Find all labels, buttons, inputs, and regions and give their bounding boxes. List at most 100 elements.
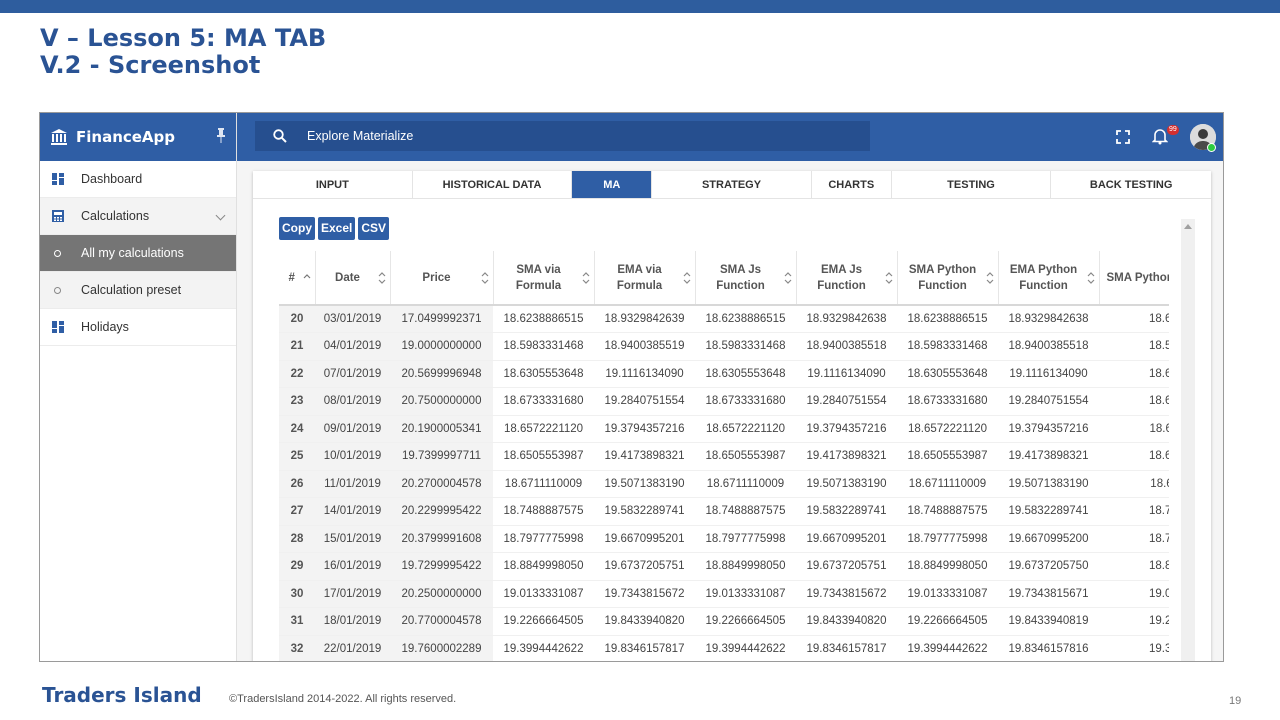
table-cell: 31 — [279, 607, 315, 636]
tab-testing[interactable]: TESTING — [892, 171, 1052, 198]
tab-charts[interactable]: CHARTS — [812, 171, 892, 198]
table-cell: 19.5071383190 — [796, 470, 897, 498]
table-cell: 19.7600002289 — [390, 635, 493, 661]
table-cell: 18.6733331680 — [897, 387, 998, 416]
tab-strategy[interactable]: STRATEGY — [652, 171, 812, 198]
bell-icon[interactable] — [1152, 128, 1168, 145]
table-row[interactable]: 31 18/01/2019 20.7700004578 19.2266664505 19… — [279, 607, 1169, 636]
table-cell: 19.3794357216 — [796, 415, 897, 443]
table-cell: 19.6670995201 — [796, 525, 897, 553]
sidebar-item-dashboard[interactable]: Dashboard — [40, 161, 236, 198]
table-body: 20 03/01/2019 17.0499992371 18.6238886515 18… — [279, 305, 1169, 661]
column-header-ema-formula[interactable]: EMA via Formula — [593, 251, 695, 306]
sidebar-item-all-my-calculations[interactable]: All my calculations — [40, 235, 236, 272]
table-row[interactable]: 25 10/01/2019 19.7399997711 18.6505553987 19… — [279, 442, 1169, 471]
table-cell: 18/01/2019 — [315, 607, 390, 636]
table-row[interactable]: 26 11/01/2019 20.2700004578 18.6711110009 19… — [279, 470, 1169, 498]
table-cell: 22/01/2019 — [315, 635, 390, 661]
table-row[interactable]: 22 07/01/2019 20.5699996948 18.6305553648 19… — [279, 360, 1169, 388]
notification-badge: 99 — [1167, 125, 1179, 135]
table-cell: 18.7977775998 — [1099, 525, 1169, 553]
tab-ma[interactable]: MA — [572, 171, 653, 198]
table-cell: 18.6733331680 — [1099, 387, 1169, 416]
search-bar[interactable]: Explore Materialize — [255, 121, 870, 151]
table-cell: 19.0133331087 — [1099, 580, 1169, 608]
scroll-up-icon[interactable] — [1184, 224, 1192, 229]
column-header-date[interactable]: Date — [314, 251, 390, 306]
table-cell: 18.6238886515 — [695, 305, 796, 333]
table-cell: 19.0133331087 — [493, 580, 594, 608]
tab-back-testing[interactable]: BACK TESTING — [1051, 171, 1211, 198]
table-cell: 10/01/2019 — [315, 442, 390, 471]
sort-icon[interactable] — [885, 271, 893, 285]
sidebar-item-label: Calculations — [81, 209, 150, 223]
table-cell: 18.6572221120 — [695, 415, 796, 443]
table-cell: 19.6670995201 — [594, 525, 695, 553]
table-cell: 19.7343815672 — [594, 580, 695, 608]
sort-icon[interactable] — [986, 271, 994, 285]
sidebar-item-label: All my calculations — [81, 246, 184, 260]
tab-historical-data[interactable]: HISTORICAL DATA — [413, 171, 573, 198]
pin-icon[interactable] — [216, 128, 226, 144]
column-header-ema-js[interactable]: EMA Js Function — [795, 251, 897, 306]
footer-brand: Traders Island — [42, 683, 202, 707]
table-cell: 18.9400385519 — [594, 332, 695, 361]
table-row[interactable]: 20 03/01/2019 17.0499992371 18.6238886515 18… — [279, 305, 1169, 333]
sort-icon[interactable] — [582, 271, 590, 285]
table-cell: 19.1116134090 — [796, 360, 897, 388]
column-header-sma-python[interactable]: SMA Python Function — [896, 251, 998, 306]
sort-asc-icon[interactable] — [303, 271, 311, 285]
table-row[interactable]: 32 22/01/2019 19.7600002289 19.3994442622 19… — [279, 635, 1169, 661]
tab-input[interactable]: INPUT — [253, 171, 413, 198]
column-header-sma-python-order[interactable]: SMA Python Function order) — [1098, 251, 1169, 306]
table-row[interactable]: 27 14/01/2019 20.2299995422 18.7488887575 19… — [279, 497, 1169, 526]
table-cell: 19.1116134090 — [998, 360, 1099, 388]
copy-button[interactable]: Copy — [279, 217, 315, 240]
table-row[interactable]: 30 17/01/2019 20.2500000000 19.0133331087 19… — [279, 580, 1169, 608]
tab-bar: INPUT HISTORICAL DATA MA STRATEGY CHARTS… — [253, 171, 1211, 199]
table-cell: 18.7488887575 — [897, 497, 998, 526]
table-cell: 20.2700004578 — [390, 470, 493, 498]
table-cell: 19.8346157817 — [594, 635, 695, 661]
table-cell: 18.8849998050 — [493, 552, 594, 581]
column-header-label: # — [288, 271, 295, 284]
table-row[interactable]: 21 04/01/2019 19.0000000000 18.5983331468 18… — [279, 332, 1169, 361]
table-row[interactable]: 28 15/01/2019 20.3799991608 18.7977775998 19… — [279, 525, 1169, 553]
sidebar-item-calculations[interactable]: Calculations — [40, 198, 236, 235]
table-cell: 19.2840751554 — [998, 387, 1099, 416]
column-header-ema-python[interactable]: EMA Python Function — [997, 251, 1099, 306]
sidebar-item-label: Dashboard — [81, 172, 143, 186]
table-cell: 14/01/2019 — [315, 497, 390, 526]
table-cell: 18.6572221120 — [897, 415, 998, 443]
sidebar-item-calculation-preset[interactable]: Calculation preset — [40, 272, 236, 309]
table-row[interactable]: 23 08/01/2019 20.7500000000 18.6733331680 19… — [279, 387, 1169, 416]
excel-button[interactable]: Excel — [318, 217, 356, 240]
ma-table-container: # Date Price SMA via Formula EMA via Formula… — [279, 251, 1169, 661]
search-icon — [273, 129, 287, 143]
table-row[interactable]: 24 09/01/2019 20.1900005341 18.6572221120 19… — [279, 415, 1169, 443]
table-cell: 22 — [279, 360, 315, 388]
table-cell: 20.5699996948 — [390, 360, 493, 388]
search-input[interactable]: Explore Materialize — [307, 129, 413, 143]
sort-icon[interactable] — [1087, 271, 1095, 285]
table-cell: 19.8433940820 — [594, 607, 695, 636]
table-row[interactable]: 29 16/01/2019 19.7299995422 18.8849998050 19… — [279, 552, 1169, 581]
circle-icon — [54, 286, 61, 294]
table-cell: 18.7977775998 — [695, 525, 796, 553]
fullscreen-icon[interactable] — [1116, 130, 1130, 144]
column-header-sma-js[interactable]: SMA Js Function — [694, 251, 796, 306]
sidebar-item-holidays[interactable]: Holidays — [40, 309, 236, 346]
csv-button[interactable]: CSV — [358, 217, 390, 240]
vertical-scrollbar[interactable] — [1181, 219, 1195, 661]
table-cell: 23 — [279, 387, 315, 416]
column-header-number[interactable]: # — [279, 251, 315, 306]
sort-icon[interactable] — [784, 271, 792, 285]
column-header-sma-formula[interactable]: SMA via Formula — [492, 251, 594, 306]
table-cell: 18.6733331680 — [493, 387, 594, 416]
sort-icon[interactable] — [378, 271, 386, 285]
column-header-price[interactable]: Price — [389, 251, 493, 306]
sort-icon[interactable] — [683, 271, 691, 285]
table-cell: 19.5832289741 — [998, 497, 1099, 526]
sort-icon[interactable] — [481, 271, 489, 285]
table-cell: 19.4173898321 — [796, 442, 897, 471]
